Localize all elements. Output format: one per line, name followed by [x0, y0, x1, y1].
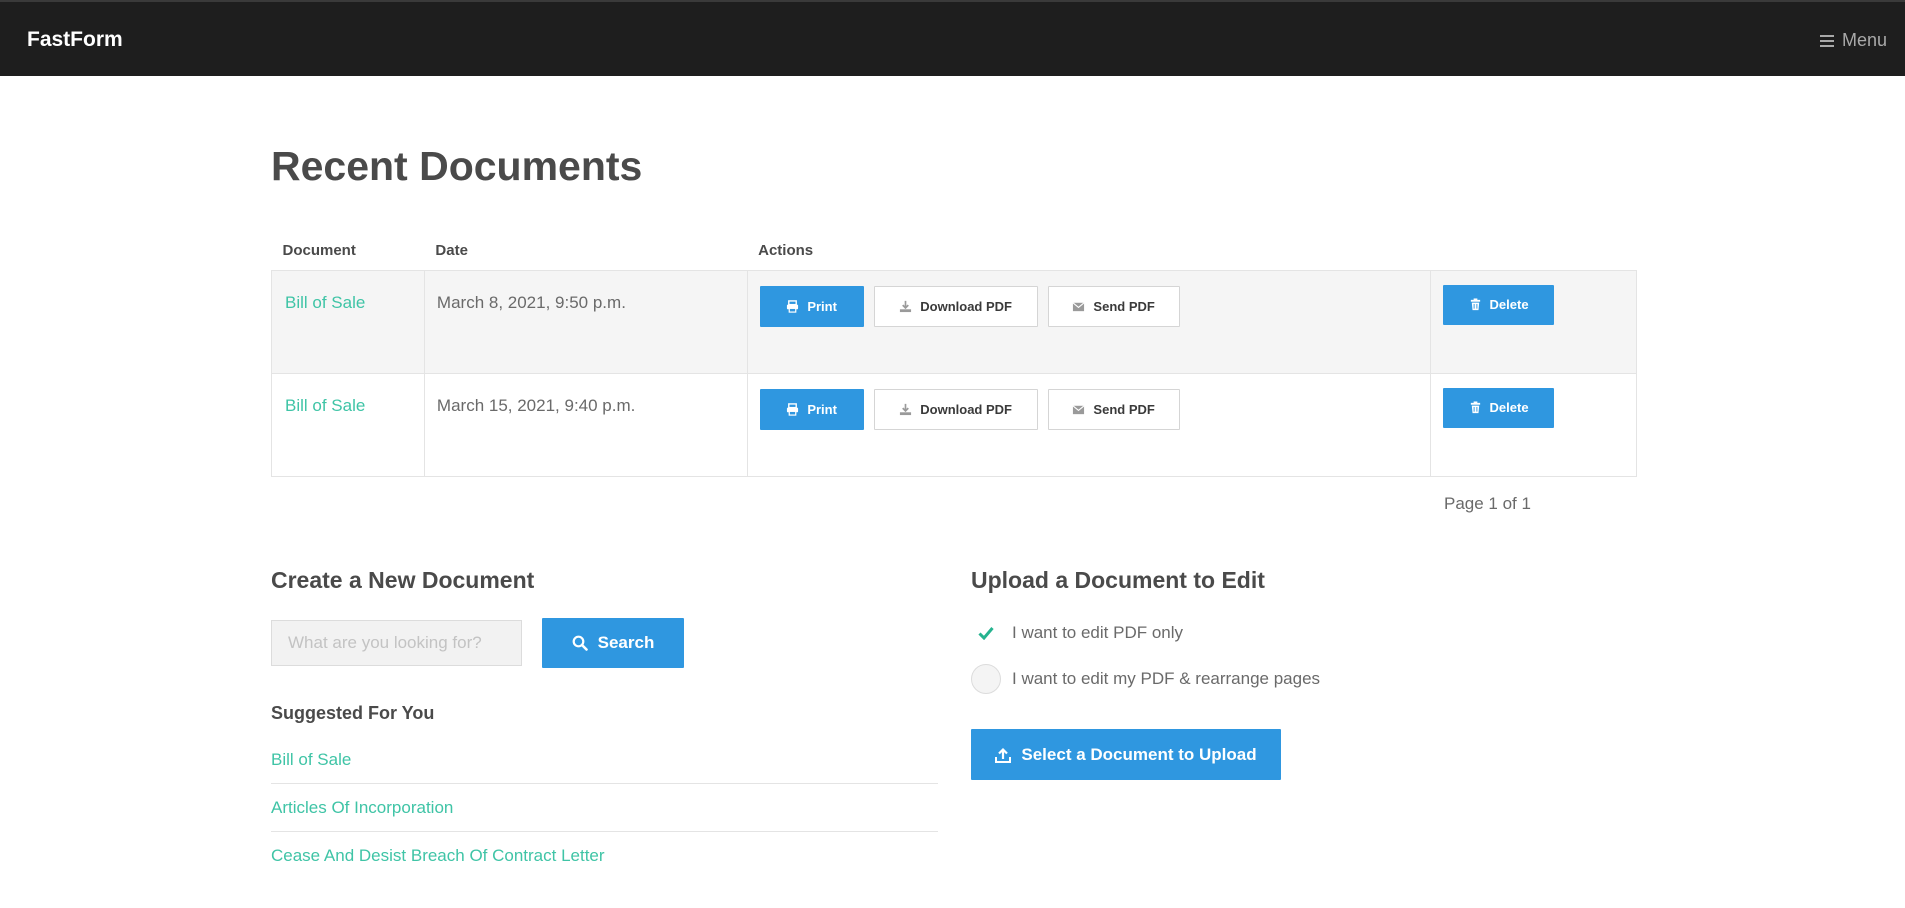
- send-pdf-button[interactable]: Send PDF: [1047, 388, 1180, 430]
- date-cell: March 15, 2021, 9:40 p.m.: [423, 372, 748, 477]
- option-edit-and-rearrange[interactable]: I want to edit my PDF & rearrange pages: [971, 664, 1320, 694]
- select-document-upload-button[interactable]: Select a Document to Upload: [971, 729, 1281, 780]
- column-header-empty: [1431, 232, 1637, 270]
- actions-cell: Print Download PDF Send PDF: [746, 372, 1432, 477]
- delete-label: Delete: [1489, 297, 1529, 312]
- search-button[interactable]: Search: [542, 618, 684, 668]
- list-item: Articles Of Incorporation: [271, 784, 938, 832]
- option-label: I want to edit my PDF & rearrange pages: [1012, 669, 1321, 688]
- download-pdf-label: Download PDF: [920, 298, 1012, 314]
- document-cell: Bill of Sale: [271, 372, 425, 477]
- check-icon: [978, 627, 994, 640]
- trash-icon: [1470, 298, 1480, 311]
- download-pdf-label: Download PDF: [920, 401, 1012, 417]
- print-label: Print: [807, 401, 837, 417]
- envelope-icon: [1072, 404, 1085, 414]
- print-button[interactable]: Print: [759, 388, 864, 430]
- delete-cell: Delete: [1430, 269, 1637, 374]
- top-navbar: FastForm Menu: [0, 0, 1905, 76]
- upload-document-title: Upload a Document to Edit: [971, 567, 1265, 593]
- delete-label: Delete: [1489, 400, 1529, 415]
- radio-circle: [971, 664, 1001, 694]
- radio-selected[interactable]: [971, 618, 1001, 648]
- print-button[interactable]: Print: [759, 285, 864, 327]
- suggested-title: Suggested For You: [271, 703, 435, 723]
- list-item: Bill of Sale: [271, 736, 938, 784]
- menu-button[interactable]: Menu: [1819, 30, 1887, 51]
- suggested-list: Bill of Sale Articles Of Incorporation C…: [271, 736, 938, 880]
- send-pdf-label: Send PDF: [1093, 298, 1155, 314]
- search-icon: [572, 635, 588, 651]
- menu-label: Menu: [1841, 30, 1887, 50]
- send-pdf-button[interactable]: Send PDF: [1047, 285, 1180, 327]
- delete-button[interactable]: Delete: [1443, 284, 1555, 325]
- brand-logo[interactable]: FastForm: [27, 28, 123, 52]
- print-label: Print: [807, 298, 837, 314]
- list-item: Cease And Desist Breach Of Contract Lett…: [271, 832, 938, 880]
- document-link[interactable]: Bill of Sale: [285, 293, 365, 312]
- date-cell: March 8, 2021, 9:50 p.m.: [423, 269, 748, 374]
- upload-icon: [995, 747, 1012, 763]
- column-header-document: Document: [282, 242, 356, 260]
- option-label: I want to edit PDF only: [1012, 623, 1184, 642]
- suggestion-link[interactable]: Cease And Desist Breach Of Contract Lett…: [271, 846, 605, 865]
- printer-icon: [787, 402, 799, 416]
- upload-button-label: Select a Document to Upload: [1021, 744, 1257, 764]
- delete-button[interactable]: Delete: [1443, 387, 1555, 428]
- suggestion-link[interactable]: Articles Of Incorporation: [271, 798, 453, 817]
- printer-icon: [787, 299, 799, 313]
- page-title: Recent Documents: [271, 143, 643, 189]
- search-input[interactable]: [271, 620, 522, 666]
- document-cell: Bill of Sale: [271, 269, 425, 374]
- actions-cell: Print Download PDF Send PDF: [746, 269, 1432, 374]
- column-header-actions: Actions: [758, 242, 814, 260]
- hamburger-icon: [1819, 34, 1834, 47]
- document-link[interactable]: Bill of Sale: [285, 396, 365, 415]
- download-icon: [900, 403, 912, 415]
- search-button-label: Search: [597, 633, 655, 652]
- download-pdf-button[interactable]: Download PDF: [873, 285, 1038, 327]
- table-header-row: Document Date Actions: [272, 232, 1637, 270]
- pagination-status: Page 1 of 1: [1444, 494, 1531, 513]
- envelope-icon: [1072, 301, 1085, 311]
- download-pdf-button[interactable]: Download PDF: [873, 388, 1038, 430]
- download-icon: [900, 300, 912, 312]
- table-row: Bill of Sale March 15, 2021, 9:40 p.m. P…: [271, 372, 1637, 477]
- table-row: Bill of Sale March 8, 2021, 9:50 p.m. Pr…: [271, 269, 1637, 374]
- option-edit-pdf-only[interactable]: I want to edit PDF only: [971, 618, 1183, 648]
- create-document-title: Create a New Document: [271, 567, 535, 593]
- trash-icon: [1470, 401, 1480, 414]
- column-header-date: Date: [435, 242, 468, 260]
- suggestion-link[interactable]: Bill of Sale: [271, 750, 351, 769]
- send-pdf-label: Send PDF: [1093, 401, 1155, 417]
- radio-unselected[interactable]: [971, 664, 1001, 694]
- delete-cell: Delete: [1430, 372, 1637, 477]
- recent-documents-table: Document Date Actions Bill of Sale March…: [271, 232, 1637, 477]
